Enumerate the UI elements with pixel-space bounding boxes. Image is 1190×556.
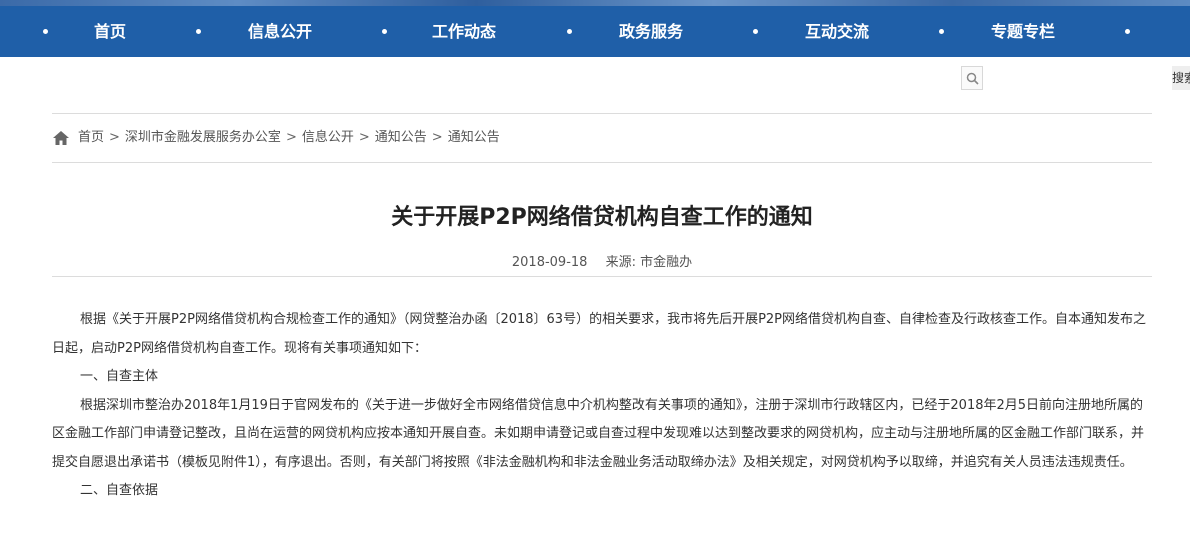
section-heading: 一、自查主体 <box>80 369 159 384</box>
section-heading: 二、自查依据 <box>80 483 159 498</box>
breadcrumb-office[interactable]: 深圳市金融发展服务办公室 <box>125 126 281 150</box>
main-nav: 首页 信息公开 工作动态 政务服务 互动交流 专题专栏 <box>0 6 1190 57</box>
article-paragraph: 根据深圳市整治办2018年1月19日于官网发布的《关于进一步做好全市网络借贷信息… <box>52 397 1145 470</box>
breadcrumb-separator: > <box>109 130 120 145</box>
breadcrumb-separator: > <box>358 130 370 145</box>
breadcrumb-separator: > <box>431 130 443 145</box>
breadcrumb-info-disclosure[interactable]: 信息公开 <box>302 126 354 150</box>
article-body: 根据《关于开展P2P网络借贷机构合规检查工作的通知》（网贷整治办函〔2018〕6… <box>52 306 1152 506</box>
breadcrumb: 首页 > 深圳市金融发展服务办公室 > 信息公开 > 通知公告 > 通知公告 <box>52 126 500 150</box>
article-meta: 2018-09-18 来源: 市金融办 <box>52 252 1152 274</box>
article-source: 来源: 市金融办 <box>605 255 693 270</box>
breadcrumb-notices-current[interactable]: 通知公告 <box>448 126 500 150</box>
nav-bullet <box>382 29 387 34</box>
nav-item-special-topics[interactable]: 专题专栏 <box>953 6 1093 57</box>
search-button[interactable] <box>961 66 983 90</box>
nav-bullet <box>753 29 758 34</box>
breadcrumb-separator: > <box>285 130 297 145</box>
nav-item-gov-services[interactable]: 政务服务 <box>581 6 721 57</box>
nav-item-interaction[interactable]: 互动交流 <box>767 6 907 57</box>
divider <box>52 276 1152 277</box>
article-paragraph: 根据《关于开展P2P网络借贷机构合规检查工作的通知》（网贷整治办函〔2018〕6… <box>52 312 1147 356</box>
search-submit-button[interactable]: 搜索 <box>1172 66 1190 90</box>
divider <box>52 113 1152 114</box>
home-icon <box>53 131 69 145</box>
nav-item-info-disclosure[interactable]: 信息公开 <box>210 6 350 57</box>
breadcrumb-home[interactable]: 首页 <box>78 126 104 150</box>
nav-bullet <box>196 29 201 34</box>
nav-bullet <box>1125 29 1130 34</box>
nav-item-work-news[interactable]: 工作动态 <box>394 6 534 57</box>
article-title: 关于开展P2P网络借贷机构自查工作的通知 <box>391 205 813 230</box>
search-icon <box>966 72 979 85</box>
divider <box>52 162 1152 163</box>
article-date: 2018-09-18 <box>511 255 588 270</box>
nav-item-home[interactable]: 首页 <box>40 6 180 57</box>
breadcrumb-notices[interactable]: 通知公告 <box>375 126 427 150</box>
nav-bullet <box>939 29 944 34</box>
nav-bullet <box>567 29 572 34</box>
